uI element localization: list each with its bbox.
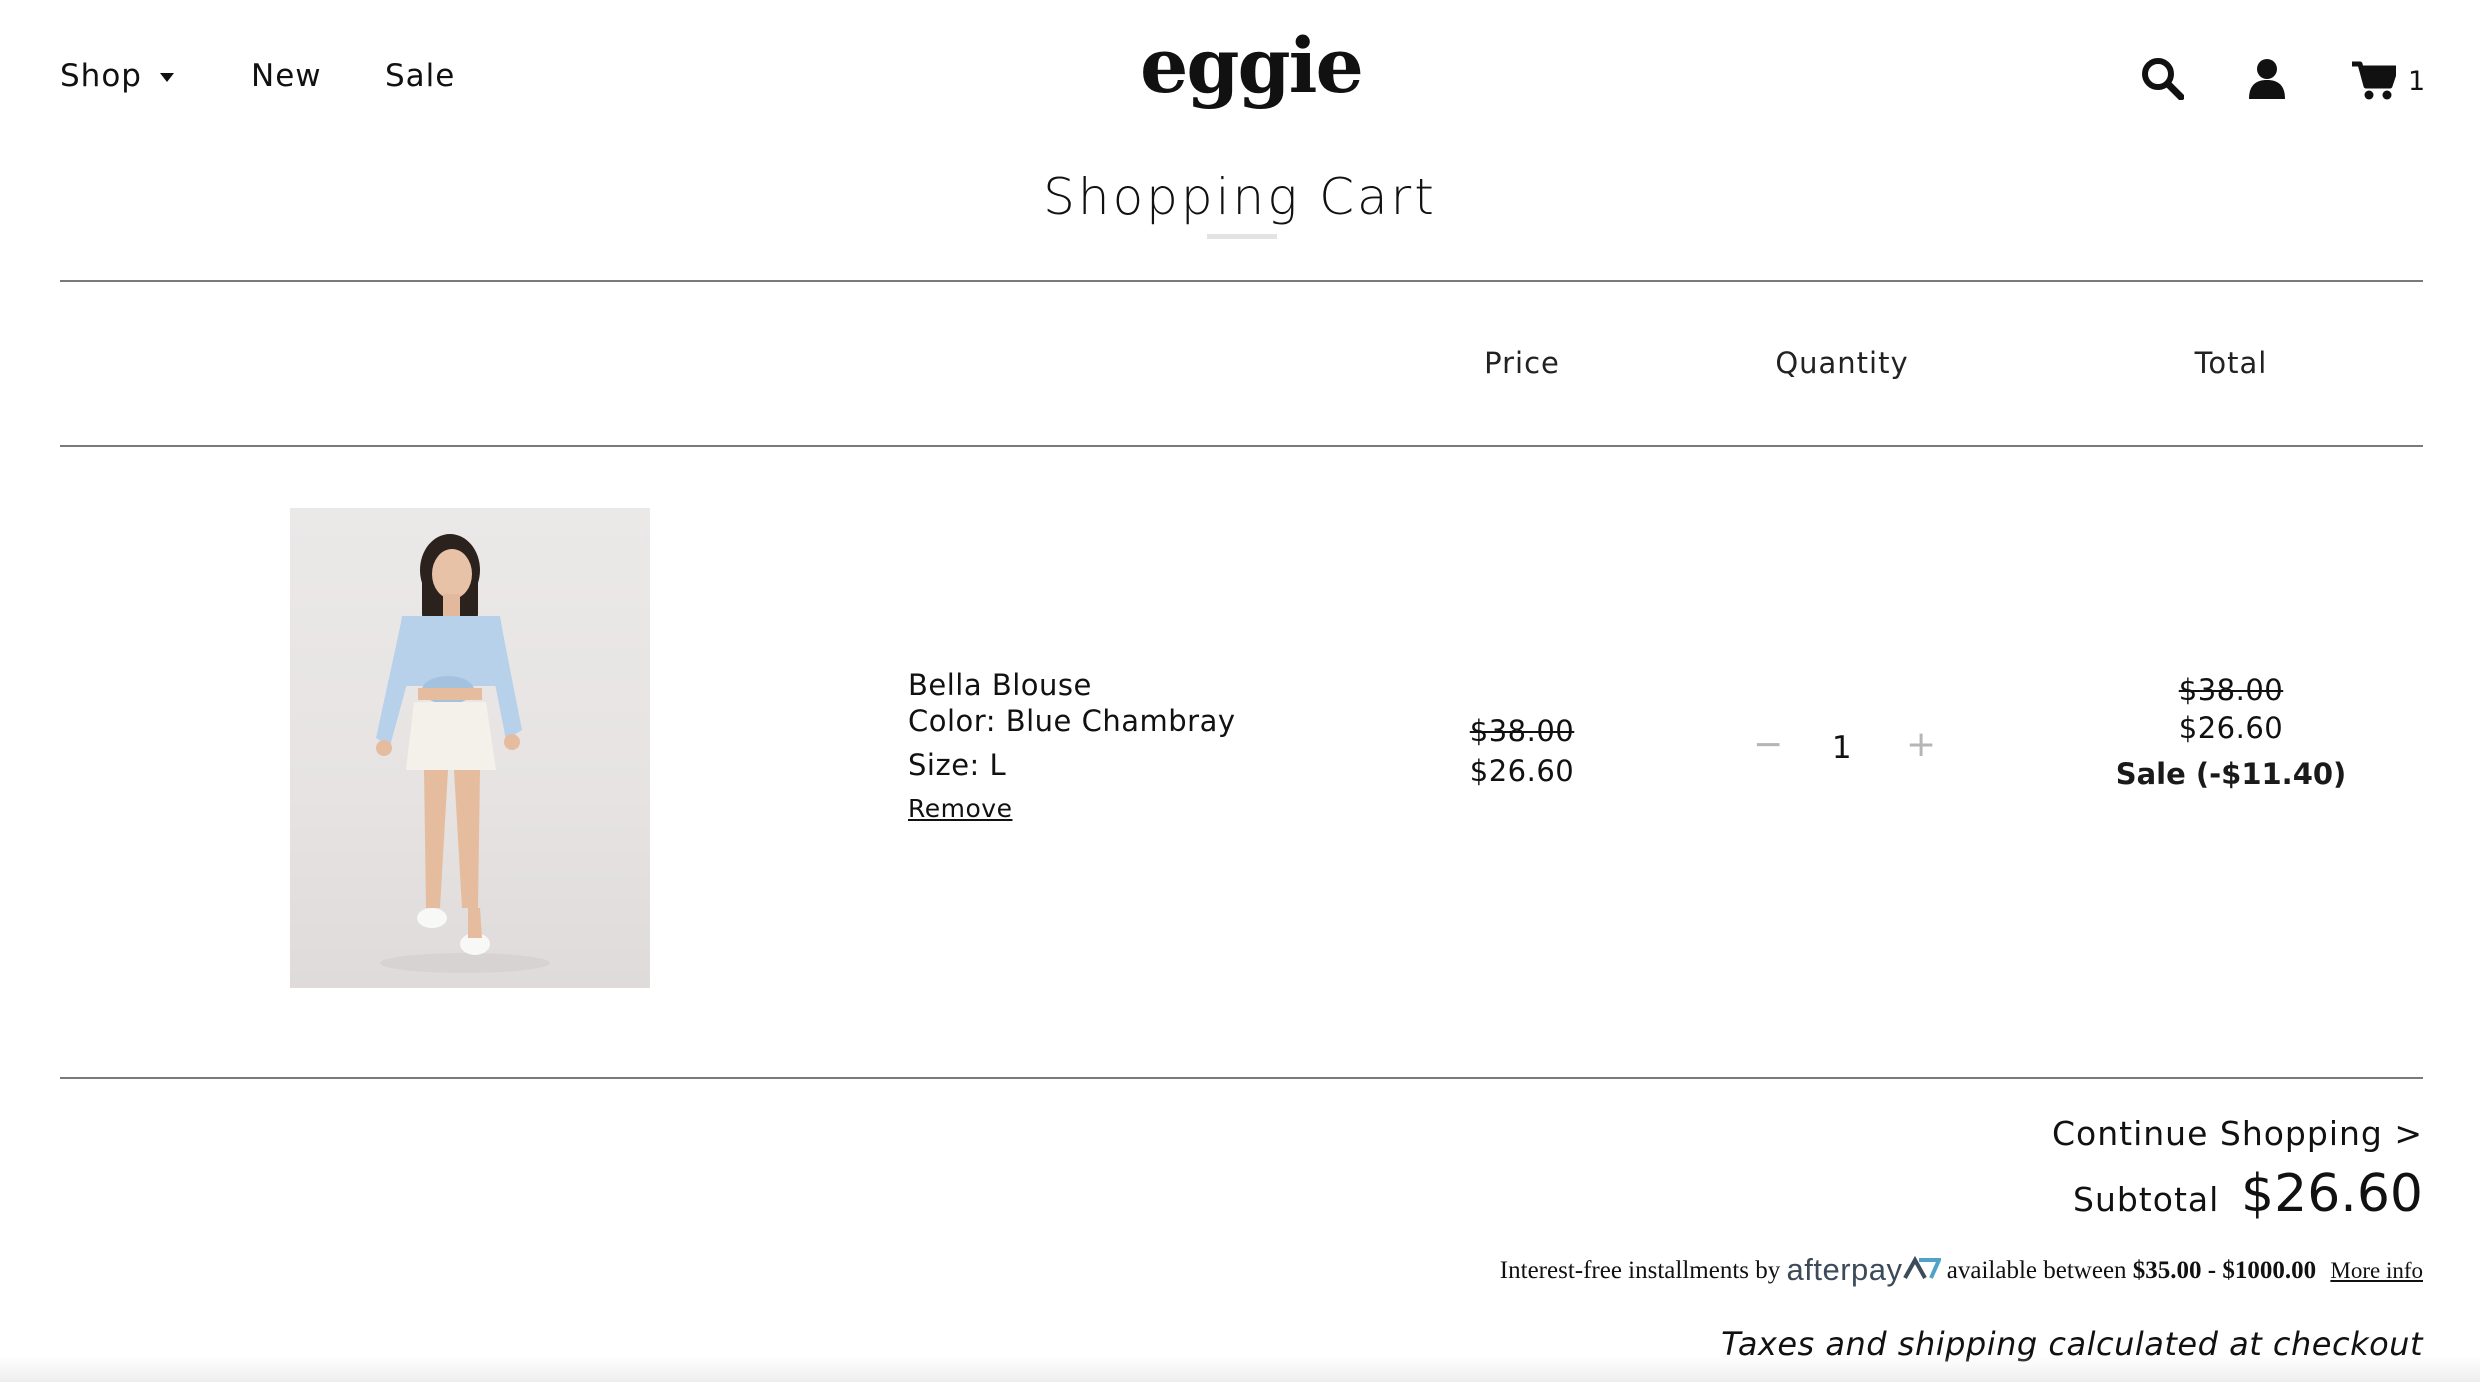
price-original: $38.00 <box>1469 714 1575 748</box>
search-icon[interactable] <box>2140 56 2184 100</box>
divider-top <box>60 280 2423 282</box>
afterpay-arrows-icon <box>1902 1255 1942 1279</box>
subtotal-value: $26.60 <box>2241 1164 2423 1224</box>
afterpay-prefix: Interest-free installments by <box>1499 1257 1781 1284</box>
price-sale: $26.60 <box>1469 754 1575 788</box>
product-size: Size: L <box>908 748 1007 782</box>
product-image[interactable] <box>290 508 650 988</box>
nav-shop-label: Shop <box>60 58 142 94</box>
product-photo <box>376 534 550 973</box>
column-header-price: Price <box>1484 346 1560 380</box>
account-icon[interactable] <box>2248 58 2286 100</box>
quantity-decrease-button[interactable]: − <box>1753 724 1783 765</box>
afterpay-range: $35.00 - $1000.00 <box>2132 1257 2317 1284</box>
subtotal-label: Subtotal <box>2073 1180 2220 1219</box>
divider-bottom <box>60 1077 2423 1079</box>
afterpay-message: Interest-free installments by afterpay a… <box>1500 1252 2423 1288</box>
nav-shop-menu[interactable]: Shop <box>60 58 174 94</box>
nav-sale-link[interactable]: Sale <box>385 58 455 94</box>
cart-count-badge[interactable]: 1 <box>2408 66 2425 97</box>
product-name[interactable]: Bella Blouse <box>908 668 1092 702</box>
afterpay-brand-text: afterpay <box>1786 1252 1903 1287</box>
cart-icon[interactable] <box>2352 60 2396 100</box>
sale-discount-label: Sale (-$11.40) <box>2115 757 2347 791</box>
afterpay-middle: available between <box>1946 1257 2127 1284</box>
title-underline <box>1207 234 1277 239</box>
product-color: Color: Blue Chambray <box>908 704 1236 738</box>
afterpay-more-info-link[interactable]: More info <box>2330 1258 2423 1283</box>
quantity-value[interactable]: 1 <box>1822 730 1862 766</box>
continue-shopping-link[interactable]: Continue Shopping > <box>2052 1114 2423 1153</box>
nav-new-link[interactable]: New <box>251 58 322 94</box>
afterpay-logo: afterpay <box>1786 1252 1942 1287</box>
page-title: Shopping Cart <box>1043 168 1437 226</box>
caret-down-icon <box>159 73 174 82</box>
brand-logo[interactable]: eggie <box>1140 28 1364 104</box>
bottom-shadow <box>0 1356 2480 1382</box>
quantity-increase-button[interactable]: + <box>1906 724 1936 765</box>
remove-item-link[interactable]: Remove <box>908 794 1012 823</box>
column-header-total: Total <box>2194 346 2268 380</box>
divider-header <box>60 445 2423 447</box>
total-original: $38.00 <box>2178 673 2284 707</box>
column-header-quantity: Quantity <box>1775 346 1909 380</box>
total-sale: $26.60 <box>2178 711 2284 745</box>
